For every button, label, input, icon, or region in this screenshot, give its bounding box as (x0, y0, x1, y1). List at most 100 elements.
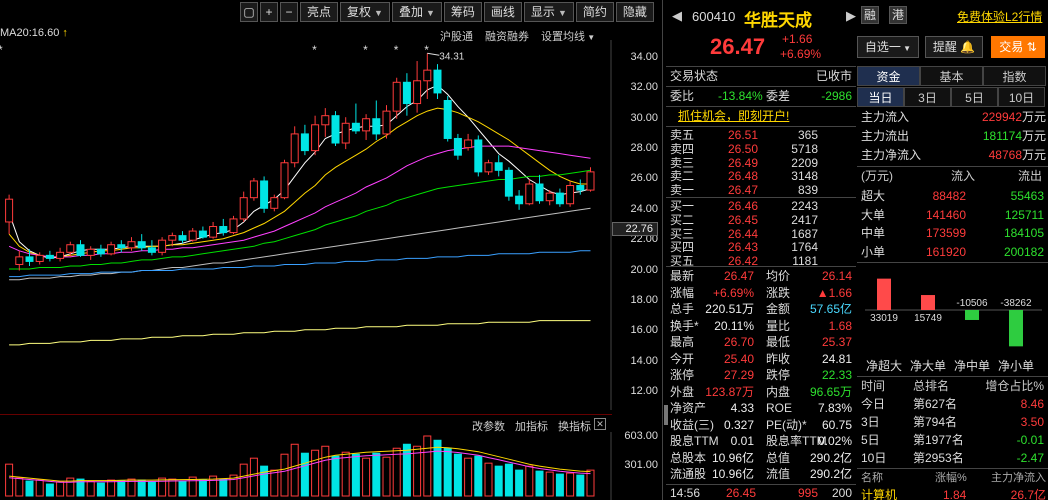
sector-name[interactable]: 计算机 (861, 487, 897, 500)
stat-value: +6.69% (712, 285, 754, 300)
candle-body[interactable] (464, 139, 473, 149)
close-icon[interactable]: ✕ (594, 418, 606, 430)
candle-body[interactable] (515, 195, 524, 205)
candle-body[interactable] (76, 244, 85, 256)
candle-body[interactable] (158, 239, 167, 253)
candle-body[interactable] (413, 80, 422, 105)
candle-body[interactable] (545, 192, 554, 202)
candle-body[interactable] (249, 180, 258, 199)
candle-body[interactable] (25, 256, 34, 262)
candle-body[interactable] (86, 248, 95, 256)
candle-body[interactable] (219, 226, 228, 234)
candle-body[interactable] (372, 118, 381, 135)
diff-label: 委差 (766, 89, 791, 103)
toolbar-button-3[interactable]: 筹码 (443, 2, 482, 22)
candle-body[interactable] (229, 218, 238, 234)
toolbar-button-6[interactable]: 简约 (575, 2, 614, 22)
candle-body[interactable] (321, 115, 330, 126)
candle-body[interactable] (270, 197, 279, 209)
candle-body[interactable] (300, 133, 309, 152)
candle-body[interactable] (117, 244, 126, 249)
candle-body[interactable] (168, 235, 177, 241)
prev-stock-icon[interactable]: ◀ (672, 8, 682, 24)
candle-body[interactable] (331, 115, 340, 144)
period-tab-0[interactable]: 当日 (857, 87, 904, 107)
candle-body[interactable] (382, 110, 391, 135)
toolbar-button-7[interactable]: 隐藏 (615, 2, 654, 22)
candle-body[interactable] (423, 69, 432, 82)
period-tab-2[interactable]: 5日 (951, 87, 998, 107)
stat-row: 净资产 4.33 ROE 7.83% (668, 400, 854, 417)
candle-body[interactable] (107, 244, 116, 255)
rank-value: -2.47 (1016, 451, 1044, 465)
candle-body[interactable] (392, 81, 401, 112)
tab-1[interactable]: 基本 (920, 66, 983, 86)
toolbar-button-4[interactable]: 画线 (483, 2, 522, 22)
candle-body[interactable] (280, 162, 289, 199)
candle-body[interactable] (35, 254, 44, 262)
volume-bar (586, 469, 595, 497)
candle-body[interactable] (178, 235, 187, 241)
status-value: 已收市 (815, 69, 852, 83)
tab-0[interactable]: 资金 (857, 66, 920, 86)
hk-tag[interactable]: 港 (889, 6, 907, 24)
candle-body[interactable] (341, 122, 350, 144)
candle-body[interactable] (474, 139, 483, 173)
candle-body[interactable] (209, 226, 218, 238)
volume-chart[interactable] (0, 432, 612, 500)
candle-body[interactable] (311, 124, 320, 152)
candle-body[interactable] (362, 118, 371, 132)
candle-body[interactable] (586, 171, 595, 191)
margin-tag[interactable]: 融 (861, 6, 879, 24)
candle-body[interactable] (525, 183, 534, 205)
candle-body[interactable] (198, 230, 207, 238)
period-tab-1[interactable]: 3日 (904, 87, 951, 107)
candlestick-chart[interactable]: * * * * * 34.31 (0, 40, 612, 410)
candle-body[interactable] (5, 198, 14, 223)
candle-body[interactable] (504, 169, 513, 197)
tick-time: 14:56 (670, 486, 701, 500)
candle-body[interactable] (56, 251, 65, 259)
zoom-out-icon[interactable]: − (280, 2, 298, 22)
candle-body[interactable] (15, 256, 24, 265)
flow-in: 173599 (925, 226, 966, 240)
candle-body[interactable] (453, 137, 462, 156)
alert-button[interactable]: 提醒 🔔 (925, 36, 983, 58)
candle-body[interactable] (96, 248, 105, 255)
toolbar-button-5[interactable]: 显示 ▼ (523, 2, 574, 22)
candle-body[interactable] (433, 69, 442, 94)
candle-body[interactable] (127, 241, 136, 249)
l2-trial-link[interactable]: 免费体验L2行情 (957, 8, 1042, 25)
candle-body[interactable] (576, 185, 585, 191)
candle-body[interactable] (494, 162, 503, 171)
candle-body[interactable] (260, 180, 269, 209)
period-tab-3[interactable]: 10日 (998, 87, 1045, 107)
candle-body[interactable] (239, 197, 248, 220)
candle-body[interactable] (555, 192, 564, 205)
promo-link[interactable]: 抓住机会，即刻开户! (678, 108, 789, 125)
candle-body[interactable] (443, 100, 452, 139)
candle-body[interactable] (566, 185, 575, 205)
candle-body[interactable] (484, 162, 493, 173)
candle-body[interactable] (351, 122, 360, 132)
watchlist-button[interactable]: 自选一 ▼ (857, 36, 919, 58)
toolbar-button-1[interactable]: 复权 ▼ (340, 2, 390, 22)
next-stock-icon[interactable]: ▶ (846, 8, 856, 24)
candle-body[interactable] (137, 241, 146, 249)
price-axis-label: 12.00 (630, 385, 658, 397)
toolbar-button-2[interactable]: 叠加 ▼ (391, 2, 442, 22)
candle-body[interactable] (66, 244, 75, 253)
toolbar-button-0[interactable]: 亮点 (300, 2, 339, 22)
candle-body[interactable] (147, 247, 156, 253)
tab-2[interactable]: 指数 (983, 66, 1046, 86)
rank-head-cell: 总排名 (913, 379, 950, 393)
candle-body[interactable] (290, 133, 299, 164)
zoom-in-icon[interactable]: + (260, 2, 278, 22)
volume-bar (351, 453, 360, 497)
candle-body[interactable] (402, 81, 411, 105)
candle-body[interactable] (45, 254, 54, 259)
candle-body[interactable] (535, 183, 544, 202)
candle-body[interactable] (188, 230, 197, 241)
square-tool-icon[interactable]: ▢ (240, 2, 258, 22)
trade-button[interactable]: 交易 ⇅ (991, 36, 1045, 58)
